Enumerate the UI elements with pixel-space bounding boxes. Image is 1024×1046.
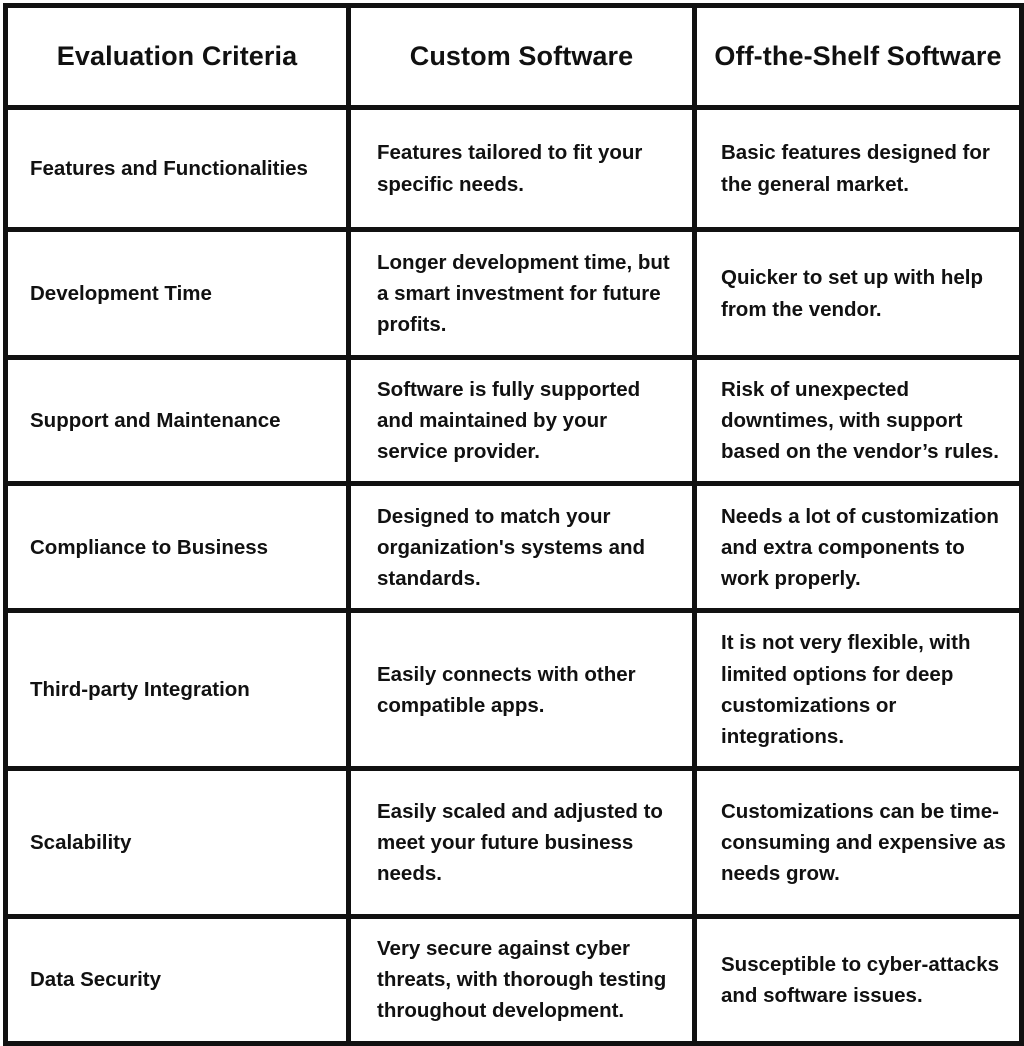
cell-off-the-shelf-software: Needs a lot of customization and extra c…: [692, 481, 1024, 614]
table-row: Data Security Very secure against cyber …: [3, 914, 1024, 1046]
cell-criteria: Third-party Integration: [3, 608, 351, 772]
column-header-evaluation-criteria: Evaluation Criteria: [3, 3, 351, 110]
table-row: Features and Functionalities Features ta…: [3, 105, 1024, 232]
table-header-row: Evaluation Criteria Custom Software Off-…: [3, 3, 1024, 110]
cell-criteria: Compliance to Business: [3, 481, 351, 614]
cell-custom-software: Longer development time, but a smart inv…: [346, 227, 697, 360]
cell-off-the-shelf-software: It is not very flexible, with limited op…: [692, 608, 1024, 772]
cell-off-the-shelf-software: Risk of unexpected downtimes, with suppo…: [692, 354, 1024, 487]
table-row: Third-party Integration Easily connects …: [3, 608, 1024, 772]
table-body: Features and Functionalities Features ta…: [3, 105, 1024, 1046]
column-header-off-the-shelf-software: Off-the-Shelf Software: [692, 3, 1024, 110]
cell-off-the-shelf-software: Customizations can be time-consuming and…: [692, 766, 1024, 920]
table-row: Compliance to Business Designed to match…: [3, 481, 1024, 614]
table-row: Scalability Easily scaled and adjusted t…: [3, 766, 1024, 920]
cell-custom-software: Very secure against cyber threats, with …: [346, 914, 697, 1046]
cell-criteria: Development Time: [3, 227, 351, 360]
column-header-custom-software: Custom Software: [346, 3, 697, 110]
comparison-table-container: Evaluation Criteria Custom Software Off-…: [3, 3, 1024, 1046]
cell-custom-software: Software is fully supported and maintain…: [346, 354, 697, 487]
cell-custom-software: Easily connects with other compatible ap…: [346, 608, 697, 772]
cell-off-the-shelf-software: Susceptible to cyber-attacks and softwar…: [692, 914, 1024, 1046]
cell-off-the-shelf-software: Quicker to set up with help from the ven…: [692, 227, 1024, 360]
cell-custom-software: Easily scaled and adjusted to meet your …: [346, 766, 697, 920]
cell-criteria: Support and Maintenance: [3, 354, 351, 487]
cell-criteria: Scalability: [3, 766, 351, 920]
table-row: Development Time Longer development time…: [3, 227, 1024, 360]
comparison-table: Evaluation Criteria Custom Software Off-…: [3, 3, 1024, 1046]
table-row: Support and Maintenance Software is full…: [3, 354, 1024, 487]
cell-custom-software: Designed to match your organization's sy…: [346, 481, 697, 614]
cell-criteria: Data Security: [3, 914, 351, 1046]
cell-custom-software: Features tailored to fit your specific n…: [346, 105, 697, 232]
table-header: Evaluation Criteria Custom Software Off-…: [3, 3, 1024, 110]
cell-off-the-shelf-software: Basic features designed for the general …: [692, 105, 1024, 232]
cell-criteria: Features and Functionalities: [3, 105, 351, 232]
